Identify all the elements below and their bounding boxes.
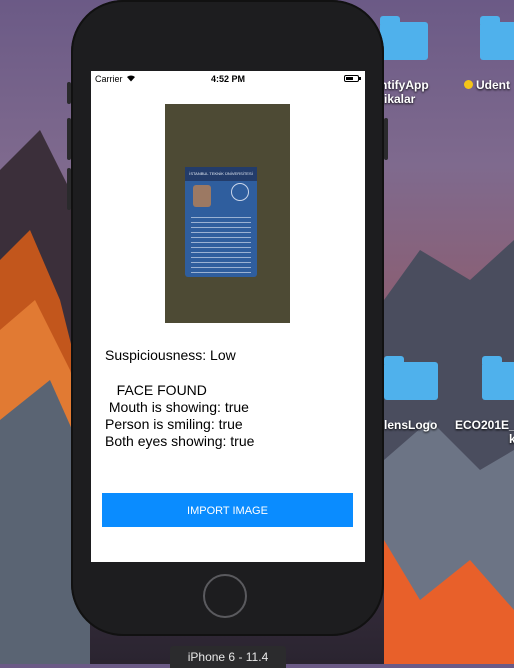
home-button[interactable] xyxy=(203,574,247,618)
card-text-lines xyxy=(191,217,251,273)
tag-dot-icon xyxy=(464,80,473,89)
desktop-item-label: ECO201E_ k xyxy=(455,418,514,446)
status-bar: Carrier 4:52 PM xyxy=(91,71,365,87)
desktop-folder-icon[interactable] xyxy=(482,356,514,400)
suspiciousness-label: Suspiciousness: Low xyxy=(105,347,236,363)
selected-image: İSTANBUL TEKNİK ÜNİVERSİTESİ xyxy=(165,104,290,323)
desktop-item-label: ntifyApp fikalar xyxy=(380,78,429,106)
id-card: İSTANBUL TEKNİK ÜNİVERSİTESİ xyxy=(185,167,257,277)
desktop-item-label: Udent xyxy=(464,78,510,92)
card-portrait xyxy=(193,185,211,207)
status-time: 4:52 PM xyxy=(210,74,245,84)
import-image-button[interactable]: IMPORT IMAGE xyxy=(102,493,353,527)
simulator-device-label: iPhone 6 - 11.4 xyxy=(170,646,286,668)
face-detection-results: FACE FOUND Mouth is showing: true Person… xyxy=(105,382,255,449)
power-button xyxy=(384,118,388,160)
battery-icon xyxy=(344,75,361,82)
desktop-folder-icon[interactable] xyxy=(480,16,514,60)
volume-up-button xyxy=(67,118,71,160)
desktop-folder-icon[interactable] xyxy=(384,356,438,400)
desktop-item-label: lensLogo xyxy=(384,418,438,432)
volume-down-button xyxy=(67,168,71,210)
card-seal-icon xyxy=(231,183,249,201)
phone-screen: Carrier 4:52 PM İSTANBUL TEKNİK ÜNİVERSİ… xyxy=(91,71,365,562)
battery-level xyxy=(346,77,353,80)
card-header: İSTANBUL TEKNİK ÜNİVERSİTESİ xyxy=(185,167,257,181)
mute-switch xyxy=(67,82,71,104)
desktop-folder-icon[interactable] xyxy=(380,16,428,60)
